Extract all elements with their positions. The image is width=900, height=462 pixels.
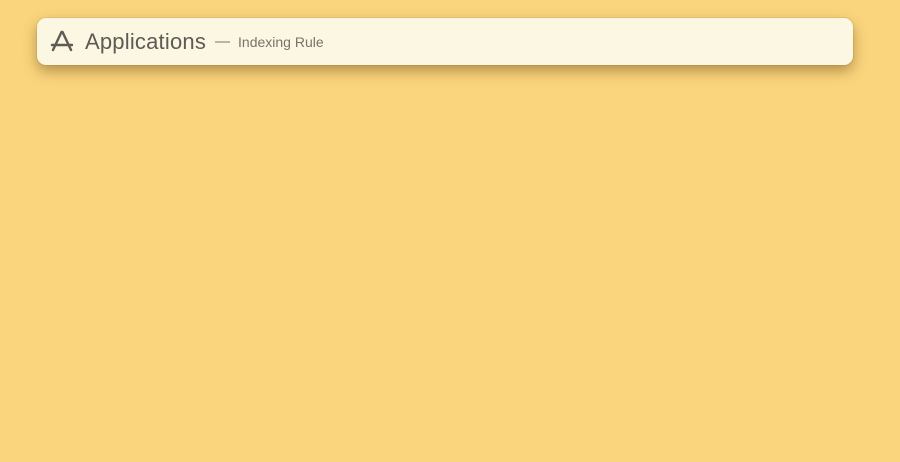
spotlight-search-bar[interactable]: Applications — Indexing Rule (37, 18, 853, 65)
separator-dash: — (215, 33, 231, 50)
app-store-icon (49, 29, 75, 55)
search-query-text[interactable]: Applications (85, 29, 206, 55)
result-subtitle: Indexing Rule (238, 33, 324, 50)
desktop-background: Applications — Indexing Rule (0, 0, 900, 462)
